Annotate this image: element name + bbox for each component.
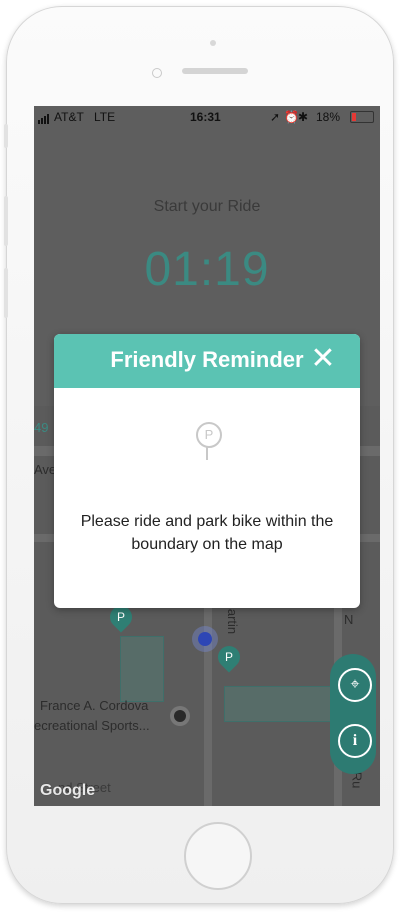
parking-pin-label: P xyxy=(224,650,233,664)
location-arrow-icon: ➚ xyxy=(270,110,281,124)
poi-label-line2: ecreational Sports... xyxy=(34,718,150,733)
parking-sign-stem xyxy=(206,446,208,460)
parking-zone xyxy=(120,636,164,702)
close-icon[interactable]: ✕ xyxy=(306,342,340,376)
ride-title: Start your Ride xyxy=(153,198,261,215)
map-label-avenue: Ave xyxy=(34,462,57,477)
signal-icon xyxy=(38,110,50,124)
alarm-icon: ⏰ xyxy=(284,110,299,124)
network-label: LTE xyxy=(94,110,116,124)
mute-switch xyxy=(4,124,8,148)
battery-icon xyxy=(350,111,374,123)
status-bar: AT&T LTE 16:31 ➚ ⏰ ✱ 18% xyxy=(34,106,380,128)
parking-sign-icon: P xyxy=(196,422,222,448)
parking-pin-label: P xyxy=(116,610,125,624)
bluetooth-icon: ✱ xyxy=(298,110,309,124)
proximity-sensor xyxy=(152,68,162,78)
dialog-header: Friendly Reminder ✕ xyxy=(54,334,360,388)
status-time: 16:31 xyxy=(190,110,221,124)
map-controls: ⌖ i xyxy=(330,654,376,774)
poi-marker[interactable] xyxy=(174,710,186,722)
ride-timer: 01:19 xyxy=(144,243,270,296)
map-label-number: 49 xyxy=(34,420,49,435)
map-label-street-vertical: artin xyxy=(225,608,241,635)
map-label-street-right: N xyxy=(344,612,354,627)
parking-zone xyxy=(224,686,336,722)
front-camera xyxy=(210,40,216,46)
google-logo: Google xyxy=(40,782,96,799)
reminder-dialog: Friendly Reminder ✕ P Please ride and pa… xyxy=(54,334,360,608)
info-icon[interactable]: i xyxy=(338,724,372,758)
app-screen: AT&T LTE 16:31 ➚ ⏰ ✱ 18% Start your Ride… xyxy=(34,106,380,806)
home-button[interactable] xyxy=(184,822,252,890)
parking-pin[interactable]: P xyxy=(213,641,245,673)
volume-down-button xyxy=(4,268,8,318)
volume-up-button xyxy=(4,196,8,246)
poi-label-line1: France A. Cordova xyxy=(40,698,149,713)
carrier-label: AT&T xyxy=(54,110,84,124)
dialog-message: Please ride and park bike within the bou… xyxy=(80,513,334,553)
crosshair-icon[interactable]: ⌖ xyxy=(338,668,372,702)
current-location-dot xyxy=(198,632,212,646)
earpiece-speaker xyxy=(182,68,248,74)
battery-percent: 18% xyxy=(316,110,341,124)
